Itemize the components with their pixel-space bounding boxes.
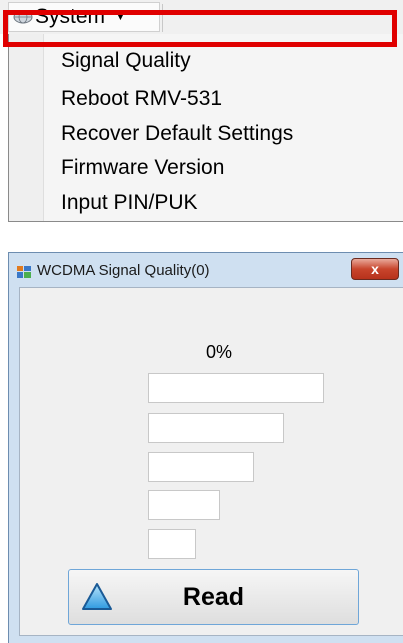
- menu-item-label: Recover Default Settings: [61, 122, 294, 145]
- close-button[interactable]: x: [351, 258, 399, 280]
- window-app-icon: [17, 265, 31, 278]
- signal-quality-window: WCDMA Signal Quality(0) x 0% Read: [8, 252, 403, 643]
- menu-item-label: Input PIN/PUK: [61, 191, 198, 214]
- menu-item-signal-quality[interactable]: Signal Quality: [61, 44, 191, 78]
- signal-bar-1: [148, 529, 196, 559]
- signal-bar-3: [148, 452, 254, 482]
- dialog-client-area: 0% Read: [19, 287, 403, 636]
- signal-bar-4: [148, 413, 284, 443]
- signal-bar-5: [148, 373, 324, 403]
- system-dropdown-menu: Signal Quality Reboot RMV-531 Recover De…: [8, 34, 403, 222]
- menu-item-firmware-version[interactable]: Firmware Version: [61, 151, 224, 185]
- menu-item-input-pin-puk[interactable]: Input PIN/PUK: [61, 186, 198, 220]
- window-title: WCDMA Signal Quality(0): [37, 262, 210, 279]
- close-icon: x: [371, 261, 379, 277]
- menu-item-reboot[interactable]: Reboot RMV-531: [61, 82, 222, 116]
- signal-bar-2: [148, 490, 220, 520]
- menu-item-label: Reboot RMV-531: [61, 87, 223, 110]
- menu-icon-gutter: [9, 34, 44, 221]
- menu-section: System ▼ Signal Quality Reboot RMV-531 R…: [0, 0, 403, 222]
- read-button[interactable]: Read: [68, 569, 359, 625]
- read-button-label: Read: [182, 582, 245, 611]
- highlight-annotation: [3, 10, 397, 47]
- menu-item-recover-default-settings[interactable]: Recover Default Settings: [61, 117, 293, 151]
- title-bar[interactable]: WCDMA Signal Quality(0) x: [9, 253, 403, 287]
- menu-item-label: Signal Quality: [61, 49, 191, 72]
- signal-percent-label: 0%: [206, 342, 233, 362]
- menu-item-label: Firmware Version: [61, 156, 225, 179]
